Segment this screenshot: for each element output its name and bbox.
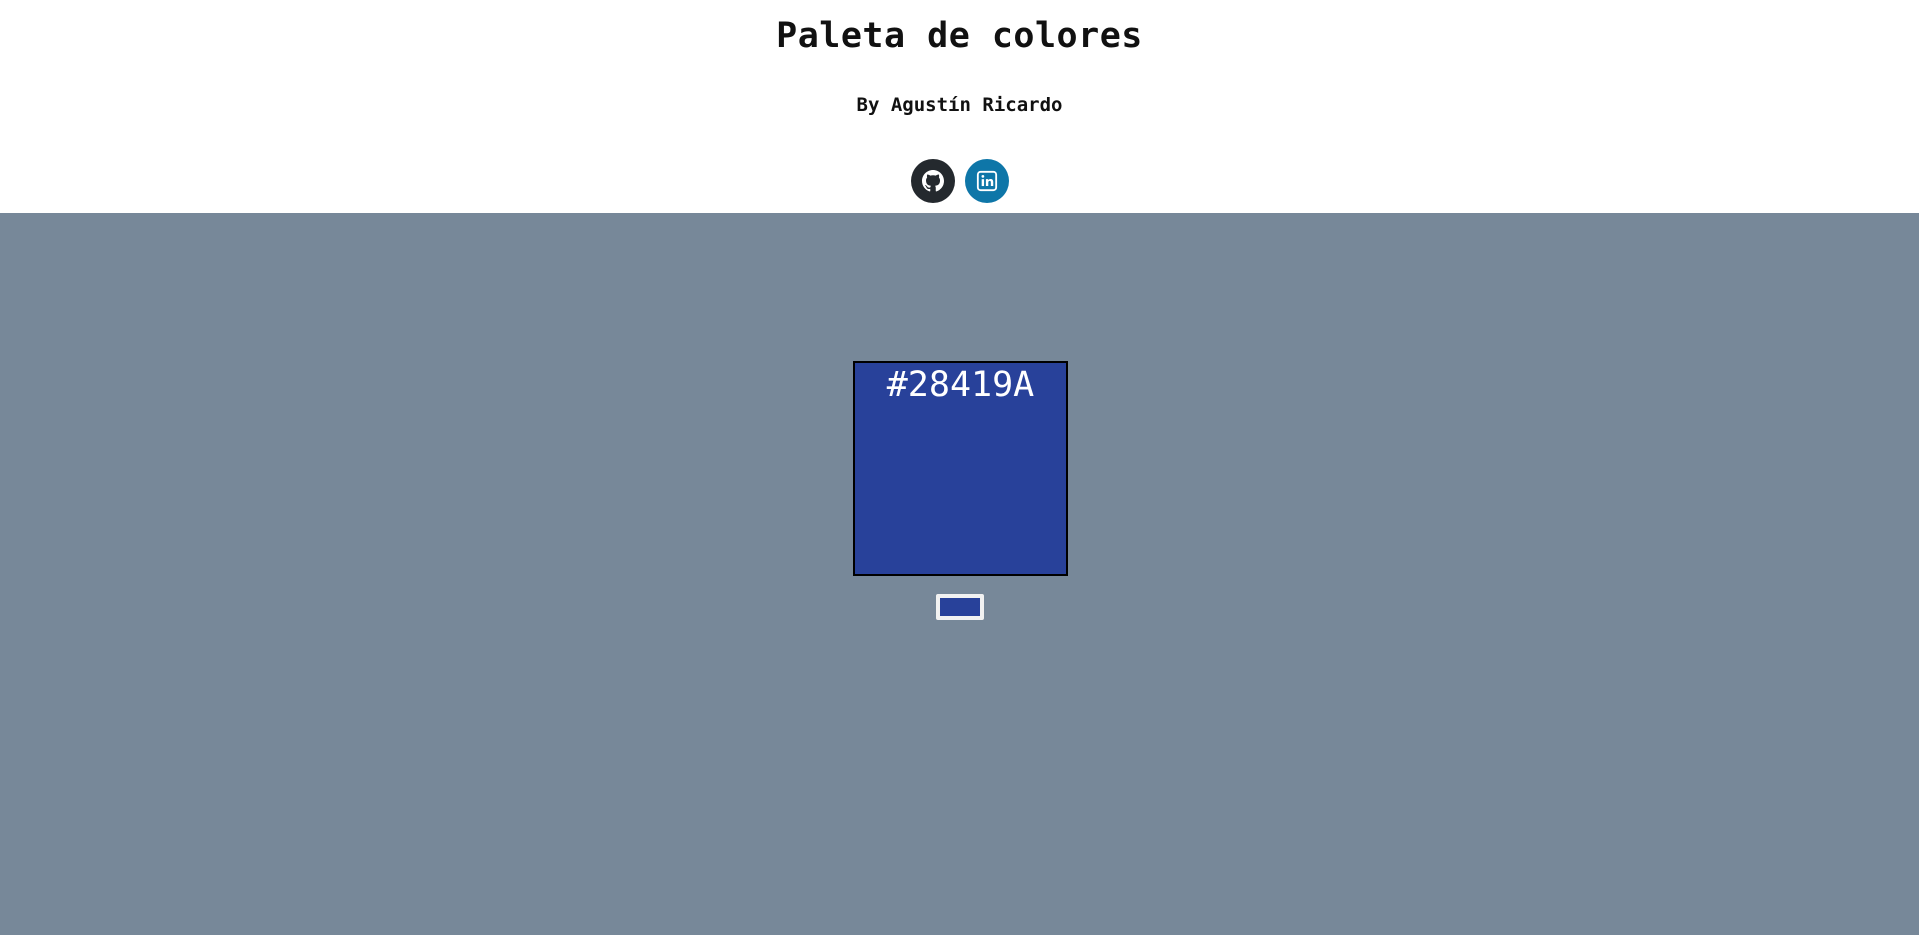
page-title: Paleta de colores bbox=[776, 16, 1143, 56]
github-icon bbox=[921, 170, 944, 192]
color-swatch: #28419A bbox=[853, 361, 1068, 576]
color-picker-input[interactable] bbox=[936, 594, 984, 620]
color-picker-fill bbox=[940, 598, 980, 616]
author-byline: By Agustín Ricardo bbox=[856, 94, 1063, 116]
github-link-button[interactable] bbox=[910, 159, 955, 203]
color-code-label: #28419A bbox=[886, 365, 1035, 405]
palette-area: #28419A bbox=[0, 213, 1919, 935]
header: Paleta de colores By Agustín Ricardo bbox=[0, 0, 1919, 213]
linkedin-icon bbox=[976, 170, 998, 192]
linkedin-link-button[interactable] bbox=[964, 159, 1009, 203]
social-links bbox=[0, 159, 1919, 203]
